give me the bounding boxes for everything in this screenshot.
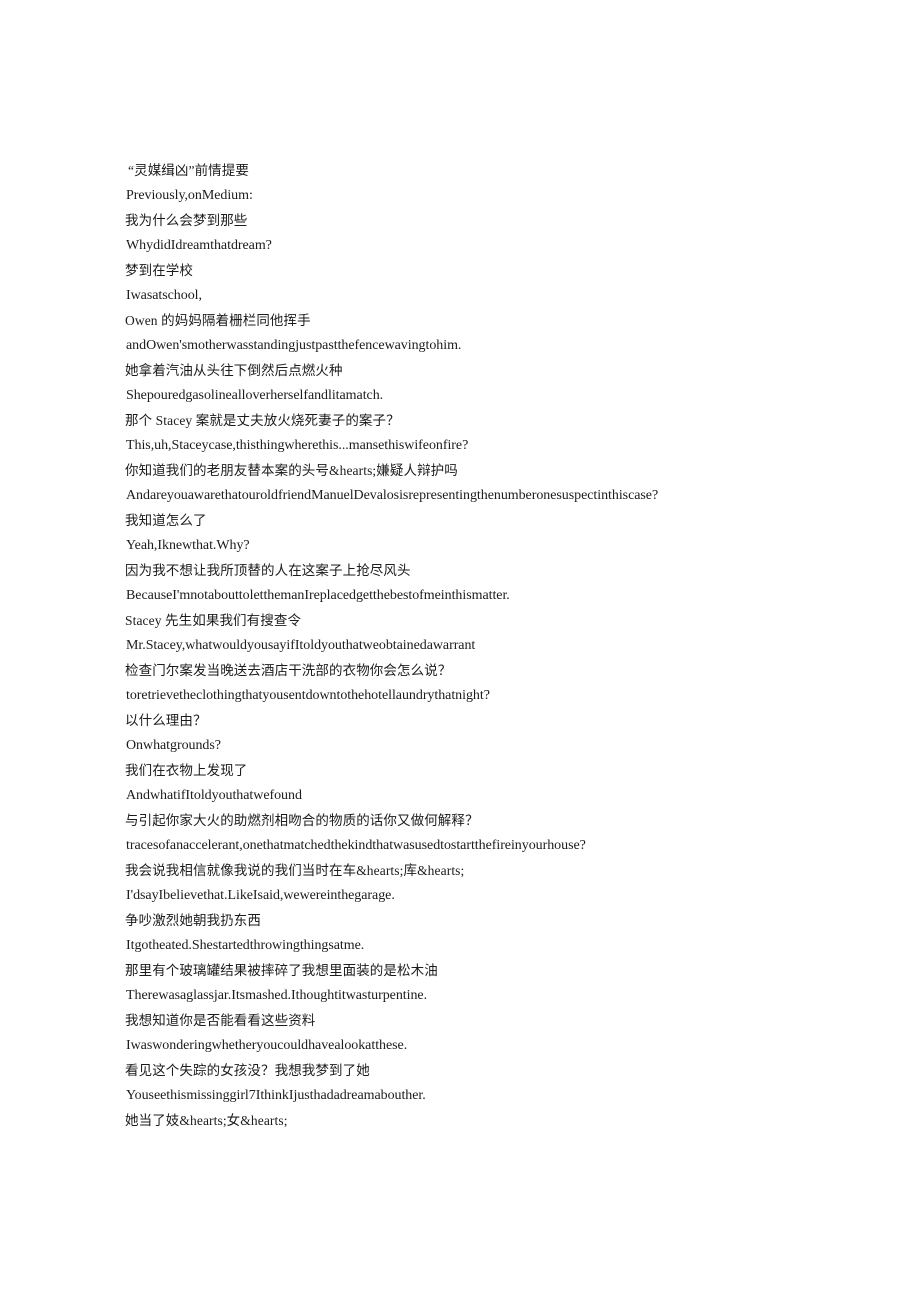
transcript-text-block: “灵媒缉凶”前情提要 Previously,onMedium: 我为什么会梦到那些 W… <box>125 158 905 1133</box>
document-page: “灵媒缉凶”前情提要 Previously,onMedium: 我为什么会梦到那些 W… <box>0 0 920 1301</box>
transcript-line: toretrievetheclothingthatyousentdowntoth… <box>126 688 490 703</box>
transcript-line: Shepouredgasolinealloverherselfandlitama… <box>126 388 384 403</box>
transcript-line: 我为什么会梦到那些 <box>125 213 248 228</box>
transcript-line: 你知道我们的老朋友替本案的头号&hearts;嫌疑人辩护吗 <box>125 463 458 478</box>
transcript-line: tracesofanaccelerant,onethatmatchedtheki… <box>126 838 586 853</box>
transcript-line: 检查门尔案发当晚送去酒店干洗部的衣物你会怎么说？ <box>125 663 452 678</box>
transcript-line: Previously,onMedium: <box>126 188 253 203</box>
transcript-title-line: “灵媒缉凶”前情提要 <box>128 163 249 178</box>
transcript-line: 我想知道你是否能看看这些资料 <box>125 1013 316 1028</box>
transcript-line: Youseethismissinggirl7IthinkIjusthadadre… <box>126 1088 426 1103</box>
transcript-line: 她当了妓&hearts;女&hearts; <box>125 1113 288 1128</box>
transcript-line: Owen 的妈妈隔着栅栏同他挥手 <box>125 313 311 328</box>
transcript-line: AndareyouawarethatouroldfriendManuelDeva… <box>126 488 659 503</box>
transcript-line: This,uh,Staceycase,thisthingwherethis...… <box>126 438 469 453</box>
transcript-line: Mr.Stacey,whatwouldyousayifItoldyouthatw… <box>126 638 476 653</box>
transcript-line: Onwhatgrounds? <box>126 738 221 753</box>
transcript-line: I'dsayIbelievethat.LikeIsaid,wewereinthe… <box>126 888 395 903</box>
transcript-line: 与引起你家大火的助燃剂相吻合的物质的话你又做何解释？ <box>125 813 479 828</box>
transcript-line: 因为我不想让我所顶替的人在这案子上抢尽风头 <box>125 563 411 578</box>
transcript-line: Itgotheated.Shestartedthrowingthingsatme… <box>126 938 365 953</box>
transcript-line: Stacey 先生如果我们有搜查令 <box>125 613 302 628</box>
transcript-line: 我们在衣物上发现了 <box>125 763 248 778</box>
transcript-line: 以什么理由？ <box>125 713 207 728</box>
transcript-line: BecauseI'mnotabouttoletthemanIreplacedge… <box>126 588 510 603</box>
transcript-line: 我知道怎么了 <box>125 513 207 528</box>
transcript-line: Yeah,Iknewthat.Why? <box>126 538 250 553</box>
transcript-line: 那个 Stacey 案就是丈夫放火烧死妻子的案子？ <box>125 413 400 428</box>
transcript-line: 梦到在学校 <box>125 263 193 278</box>
transcript-line: Iwasatschool, <box>126 288 202 303</box>
transcript-line: Iwaswonderingwhetheryoucouldhavealookatt… <box>126 1038 408 1053</box>
transcript-line: 她拿着汽油从头往下倒然后点燃火种 <box>125 363 343 378</box>
transcript-line: 那里有个玻璃罐结果被摔碎了我想里面装的是松木油 <box>125 963 438 978</box>
transcript-line: 看见这个失踪的女孩没？我想我梦到了她 <box>125 1063 370 1078</box>
transcript-line: 争吵激烈她朝我扔东西 <box>125 913 261 928</box>
transcript-line: WhydidIdreamthatdream? <box>126 238 272 253</box>
transcript-line: Therewasaglassjar.Itsmashed.Ithoughtitwa… <box>126 988 428 1003</box>
transcript-line: 我会说我相信就像我说的我们当时在车&hearts;库&hearts; <box>125 863 465 878</box>
transcript-line: AndwhatifItoldyouthatwefound <box>126 788 302 803</box>
transcript-line: andOwen'smotherwasstandingjustpastthefen… <box>126 338 462 353</box>
